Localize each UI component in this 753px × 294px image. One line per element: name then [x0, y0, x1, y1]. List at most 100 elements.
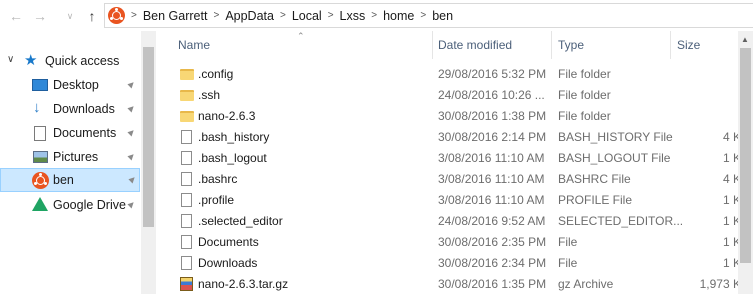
downloads-icon: ↓	[33, 99, 41, 116]
breadcrumb-separator-icon[interactable]: >	[420, 10, 426, 21]
breadcrumb-item[interactable]: Local	[292, 9, 322, 23]
column-header-label: Type	[558, 38, 585, 52]
ubuntu-icon	[108, 7, 125, 24]
recent-locations-chevron-icon[interactable]: ∨	[60, 6, 80, 26]
up-arrow-icon[interactable]: ↑	[82, 6, 102, 26]
file-row[interactable]: .bashrc 3/08/2016 11:10 AM BASHRC File 4…	[176, 169, 751, 190]
sidebar-scrollbar[interactable]	[141, 31, 156, 294]
pictures-icon	[33, 151, 48, 163]
file-icon	[180, 214, 194, 230]
sidebar-item-ben[interactable]: ben ▲	[0, 168, 140, 192]
google-drive-icon	[32, 197, 48, 211]
column-divider[interactable]	[670, 31, 671, 59]
sidebar-item-pictures[interactable]: Pictures ▲	[0, 145, 140, 169]
file-type: File	[558, 235, 578, 249]
breadcrumb-separator-icon[interactable]: >	[328, 10, 334, 21]
sidebar-item-downloads[interactable]: ↓ Downloads ▲	[0, 97, 140, 121]
column-divider[interactable]	[432, 31, 433, 59]
sidebar-item-label: Documents	[53, 126, 117, 140]
column-divider[interactable]	[551, 31, 552, 59]
column-header-label: Name	[178, 38, 211, 52]
sidebar-item-label: Quick access	[45, 54, 120, 68]
file-row[interactable]: .profile 3/08/2016 11:10 AM PROFILE File…	[176, 190, 751, 211]
sidebar-item-google-drive[interactable]: Google Drive ▲	[0, 193, 140, 217]
sidebar-item-desktop[interactable]: Desktop ▲	[0, 73, 140, 97]
pin-icon[interactable]: ▲	[124, 172, 140, 188]
file-row[interactable]: Downloads 30/08/2016 2:34 PM File 1 KB	[176, 253, 751, 274]
pin-icon[interactable]: ▲	[123, 101, 139, 117]
file-row[interactable]: .config 29/08/2016 5:32 PM File folder	[176, 64, 751, 85]
file-row[interactable]: .bash_logout 3/08/2016 11:10 AM BASH_LOG…	[176, 148, 751, 169]
file-date: 24/08/2016 10:26 ...	[438, 88, 545, 102]
breadcrumb[interactable]: > Ben Garrett > AppData > Local > Lxss >…	[104, 3, 753, 28]
pin-icon[interactable]: ▲	[123, 125, 139, 141]
file-icon	[180, 256, 194, 272]
file-name: .ssh	[198, 88, 221, 102]
file-row[interactable]: nano-2.6.3 30/08/2016 1:38 PM File folde…	[176, 106, 751, 127]
column-header-name[interactable]: Name	[176, 31, 431, 59]
file-list-scrollbar-thumb[interactable]	[740, 48, 751, 263]
breadcrumb-item[interactable]: AppData	[225, 9, 274, 23]
column-header-size[interactable]: Size	[677, 31, 737, 59]
sidebar-item-label: Google Drive	[53, 198, 126, 212]
sidebar-item-label: Desktop	[53, 78, 99, 92]
column-header-date[interactable]: Date modified	[438, 31, 553, 59]
file-type: BASHRC File	[558, 172, 631, 186]
pin-icon[interactable]: ▲	[123, 77, 139, 93]
file-row[interactable]: .ssh 24/08/2016 10:26 ... File folder	[176, 85, 751, 106]
breadcrumb-separator-icon[interactable]: >	[280, 10, 286, 21]
file-name: .selected_editor	[198, 214, 283, 228]
file-row[interactable]: .bash_history 30/08/2016 2:14 PM BASH_HI…	[176, 127, 751, 148]
file-name: nano-2.6.3.tar.gz	[198, 277, 289, 291]
pin-icon[interactable]: ▲	[123, 149, 139, 165]
file-name: .config	[198, 67, 234, 81]
ubuntu-icon	[32, 172, 49, 189]
address-bar: ← → ∨ ↑ > Ben Garrett > AppData > Local …	[0, 0, 753, 31]
sidebar-item-label: ben	[53, 173, 74, 187]
column-header-type[interactable]: Type	[558, 31, 668, 59]
desktop-icon	[32, 79, 48, 91]
breadcrumb-separator-icon[interactable]: >	[371, 10, 377, 21]
breadcrumb-separator-icon[interactable]: >	[213, 10, 219, 21]
breadcrumb-item[interactable]: Ben Garrett	[143, 9, 208, 23]
file-type: File folder	[558, 88, 611, 102]
sidebar-item-quick-access[interactable]: ∨ ★ Quick access	[0, 49, 140, 73]
file-type: gz Archive	[558, 277, 614, 291]
file-date: 3/08/2016 11:10 AM	[438, 193, 545, 207]
file-type: SELECTED_EDITOR...	[558, 214, 684, 228]
file-type: File folder	[558, 67, 611, 81]
file-date: 24/08/2016 9:52 AM	[438, 214, 546, 228]
breadcrumb-separator-icon[interactable]: >	[131, 10, 137, 21]
file-row[interactable]: nano-2.6.3.tar.gz 30/08/2016 1:35 PM gz …	[176, 274, 751, 294]
file-date: 30/08/2016 2:14 PM	[438, 130, 547, 144]
sidebar-item-documents[interactable]: Documents ▲	[0, 121, 140, 145]
file-date: 30/08/2016 2:35 PM	[438, 235, 547, 249]
column-header-label: Size	[677, 38, 701, 52]
file-type: BASH_LOGOUT File	[558, 151, 671, 165]
navigation-pane: ∨ ★ Quick access Desktop ▲ ↓ Downloads ▲…	[0, 31, 156, 294]
column-header-label: Date modified	[438, 38, 513, 52]
file-type: File	[558, 256, 578, 270]
expand-chevron-icon[interactable]: ∨	[7, 54, 14, 65]
breadcrumb-item[interactable]: home	[383, 9, 414, 23]
file-type: File folder	[558, 109, 611, 123]
file-row[interactable]: .selected_editor 24/08/2016 9:52 AM SELE…	[176, 211, 751, 232]
file-name: nano-2.6.3	[198, 109, 256, 123]
file-name: Downloads	[198, 256, 258, 270]
file-name: Documents	[198, 235, 259, 249]
file-icon	[180, 130, 194, 146]
file-name: .bash_logout	[198, 151, 267, 165]
breadcrumb-item[interactable]: Lxss	[340, 9, 366, 23]
file-date: 30/08/2016 1:38 PM	[438, 109, 547, 123]
sidebar-scrollbar-thumb[interactable]	[143, 47, 154, 227]
file-row[interactable]: Documents 30/08/2016 2:35 PM File 1 KB	[176, 232, 751, 253]
back-arrow-icon[interactable]: ←	[6, 6, 26, 26]
forward-arrow-icon[interactable]: →	[30, 6, 50, 26]
star-icon: ★	[24, 52, 38, 69]
file-type: PROFILE File	[558, 193, 633, 207]
archive-icon	[180, 277, 194, 293]
sidebar-item-label: Downloads	[53, 102, 115, 116]
file-list-scrollbar[interactable]: ▲	[738, 31, 753, 294]
breadcrumb-item[interactable]: ben	[432, 9, 453, 23]
scroll-up-arrow-icon[interactable]: ▲	[741, 35, 749, 44]
